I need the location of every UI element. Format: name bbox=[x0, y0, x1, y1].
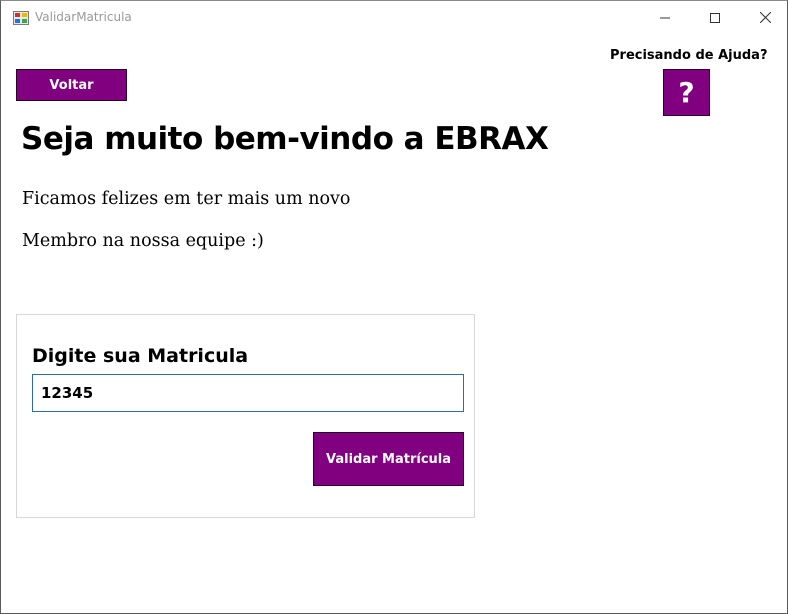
welcome-text-line-1: Ficamos felizes em ter mais um novo bbox=[22, 189, 351, 209]
maximize-button[interactable] bbox=[692, 1, 738, 33]
maximize-icon bbox=[710, 8, 720, 27]
welcome-text-line-2: Membro na nossa equipe :) bbox=[22, 231, 264, 251]
help-label: Precisando de Ajuda? bbox=[610, 48, 768, 63]
app-icon bbox=[13, 10, 29, 25]
matricula-form: Digite sua Matricula Validar Matrícula bbox=[16, 314, 475, 518]
page-title: Seja muito bem-vindo a EBRAX bbox=[21, 121, 549, 157]
matricula-input[interactable] bbox=[32, 374, 464, 412]
minimize-button[interactable] bbox=[642, 1, 688, 33]
matricula-label: Digite sua Matricula bbox=[32, 345, 249, 367]
close-icon bbox=[759, 8, 771, 27]
title-bar[interactable]: ValidarMatricula bbox=[1, 1, 787, 33]
question-mark-icon: ? bbox=[678, 76, 695, 109]
close-button[interactable] bbox=[742, 1, 788, 33]
back-button[interactable]: Voltar bbox=[16, 69, 127, 101]
minimize-icon bbox=[660, 8, 670, 27]
validate-button[interactable]: Validar Matrícula bbox=[313, 432, 464, 486]
window-title: ValidarMatricula bbox=[35, 10, 132, 24]
app-window: ValidarMatricula Voltar Precisando de Aj… bbox=[0, 0, 788, 614]
help-button[interactable]: ? bbox=[663, 69, 710, 116]
